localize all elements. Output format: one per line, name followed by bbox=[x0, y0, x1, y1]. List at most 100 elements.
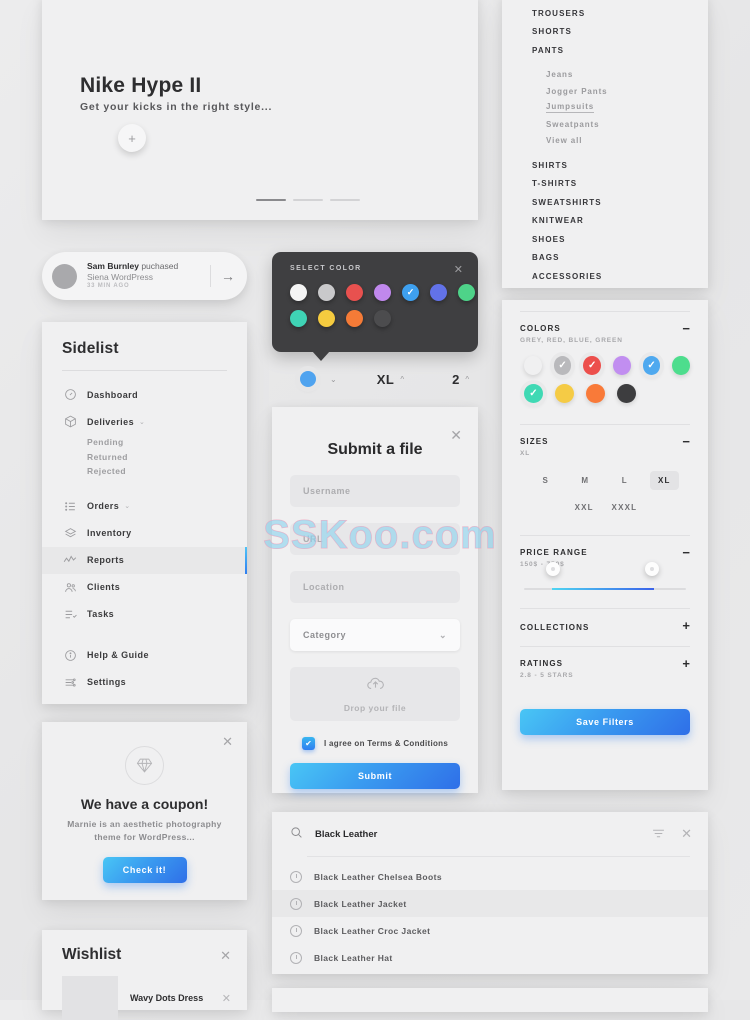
size-option-xl[interactable]: XL bbox=[645, 471, 685, 490]
sidebar-item-reports[interactable]: Reports bbox=[42, 546, 247, 574]
category-select[interactable]: Category ⌄ bbox=[290, 619, 460, 651]
chevron-down-icon[interactable]: ⌄ bbox=[139, 418, 145, 426]
nav-subitem-jogger-pants[interactable]: Jogger Pants bbox=[502, 83, 708, 100]
filter-swatch-blue[interactable] bbox=[642, 356, 661, 375]
close-icon[interactable]: ✕ bbox=[454, 263, 463, 276]
search-input[interactable]: Black Leather bbox=[315, 829, 636, 840]
color-swatch-silver[interactable] bbox=[318, 284, 335, 301]
url-input[interactable]: URL bbox=[290, 523, 460, 555]
sidebar-subitem-returned[interactable]: Returned bbox=[42, 450, 247, 465]
color-swatch-white[interactable] bbox=[290, 284, 307, 301]
nav-subitem-jumpsuits[interactable]: Jumpsuits bbox=[502, 100, 708, 117]
search-result-item[interactable]: Black Leather Hat bbox=[272, 944, 708, 971]
sidebar-item-tasks[interactable]: Tasks bbox=[42, 601, 247, 628]
carousel-dots[interactable] bbox=[256, 199, 360, 201]
sidebar-subitem-pending[interactable]: Pending bbox=[42, 435, 247, 450]
color-swatch-blue[interactable] bbox=[402, 284, 419, 301]
filter-swatch-yellow[interactable] bbox=[555, 384, 574, 403]
nav-subitem-jeans[interactable]: Jeans bbox=[502, 67, 708, 84]
close-icon[interactable]: ✕ bbox=[450, 427, 462, 444]
size-option-xxxl[interactable]: XXXL bbox=[604, 498, 646, 517]
carousel-dot-3[interactable] bbox=[330, 199, 360, 201]
nav-item-pants[interactable]: PANTS bbox=[502, 41, 708, 60]
slider-handle-min[interactable] bbox=[545, 561, 560, 576]
sidebar-item-clients[interactable]: Clients bbox=[42, 574, 247, 601]
selected-color-button[interactable] bbox=[300, 371, 316, 387]
nav-subitem-view-all[interactable]: View all bbox=[502, 133, 708, 150]
size-option-l[interactable]: L bbox=[605, 471, 645, 490]
add-button[interactable]: + bbox=[118, 124, 146, 152]
close-icon[interactable]: ✕ bbox=[681, 826, 692, 842]
submit-button[interactable]: Submit bbox=[290, 763, 460, 789]
close-icon[interactable]: ✕ bbox=[222, 734, 233, 750]
chevron-down-icon[interactable]: ⌄ bbox=[330, 375, 337, 384]
filter-icon[interactable] bbox=[652, 827, 665, 842]
color-swatch-purple[interactable] bbox=[374, 284, 391, 301]
sidebar-item-deliveries[interactable]: Deliveries ⌄ bbox=[42, 408, 247, 435]
nav-item-t-shirts[interactable]: T-SHIRTS bbox=[502, 175, 708, 194]
color-swatch-teal[interactable] bbox=[290, 310, 307, 327]
color-swatch-orange[interactable] bbox=[346, 310, 363, 327]
filter-section-ratings[interactable]: RATINGS 2.8 - 5 STARS + bbox=[502, 647, 708, 691]
notification-toast[interactable]: Sam Burnley puchased Siena WordPress 33 … bbox=[42, 252, 247, 300]
check-it-button[interactable]: Check it! bbox=[102, 857, 187, 883]
search-result-item[interactable]: Black Leather Croc Jacket bbox=[272, 917, 708, 944]
filter-swatch-white[interactable] bbox=[524, 356, 542, 375]
collapse-toggle[interactable]: − bbox=[682, 546, 690, 559]
filter-swatch-green[interactable] bbox=[672, 356, 691, 375]
carousel-dot-2[interactable] bbox=[293, 199, 323, 201]
search-result-item[interactable]: Black Leather Jacket bbox=[272, 890, 708, 917]
nav-item-shirts[interactable]: SHIRTS bbox=[502, 156, 708, 175]
color-swatch-indigo[interactable] bbox=[430, 284, 447, 301]
nav-item-trousers[interactable]: TROUSERS bbox=[502, 4, 708, 23]
filter-swatch-teal[interactable] bbox=[524, 384, 543, 403]
search-bar[interactable]: Black Leather ✕ bbox=[272, 812, 708, 856]
filter-swatch-red[interactable] bbox=[583, 356, 602, 375]
sidebar-item-settings[interactable]: Settings bbox=[42, 669, 247, 696]
nav-subitem-sweatpants[interactable]: Sweatpants bbox=[502, 116, 708, 133]
slider-handle-max[interactable] bbox=[645, 561, 660, 576]
size-option-m[interactable]: M bbox=[566, 471, 606, 490]
chevron-up-icon[interactable]: ^ bbox=[465, 375, 469, 384]
filter-swatch-orange[interactable] bbox=[586, 384, 605, 403]
sidebar-item-dashboard[interactable]: Dashboard bbox=[42, 381, 247, 408]
terms-checkbox[interactable]: ✔ bbox=[302, 737, 315, 750]
color-swatch-green[interactable] bbox=[458, 284, 475, 301]
nav-item-shoes[interactable]: SHOES bbox=[502, 230, 708, 249]
nav-item-bags[interactable]: BAGS bbox=[502, 249, 708, 268]
size-option-s[interactable]: S bbox=[526, 471, 566, 490]
search-result-item[interactable]: Black Leather Chelsea Boots bbox=[272, 863, 708, 890]
nav-item-knitwear[interactable]: KNITWEAR bbox=[502, 212, 708, 231]
carousel-dot-1[interactable] bbox=[256, 199, 286, 201]
chevron-up-icon[interactable]: ^ bbox=[400, 375, 404, 384]
filter-swatch-charcoal[interactable] bbox=[617, 384, 636, 403]
filter-swatch-purple[interactable] bbox=[613, 356, 631, 375]
expand-toggle[interactable]: + bbox=[682, 619, 690, 632]
remove-icon[interactable]: ✕ bbox=[222, 992, 231, 1005]
filter-section-collections[interactable]: COLLECTIONS + bbox=[502, 609, 708, 646]
size-option-xxl[interactable]: XXL bbox=[565, 498, 604, 517]
color-swatch-yellow[interactable] bbox=[318, 310, 335, 327]
sidebar-item-inventory[interactable]: Inventory bbox=[42, 520, 247, 547]
nav-item-sweatshirts[interactable]: SWEATSHIRTS bbox=[502, 193, 708, 212]
list-item[interactable]: Wavy Dots Dress ✕ bbox=[62, 976, 231, 1020]
filter-swatch-grey[interactable] bbox=[553, 356, 572, 375]
username-input[interactable]: Username bbox=[290, 475, 460, 507]
price-range-slider[interactable] bbox=[520, 561, 690, 608]
location-input[interactable]: Location bbox=[290, 571, 460, 603]
color-swatch-charcoal[interactable] bbox=[374, 310, 391, 327]
nav-item-accessories[interactable]: ACCESSORIES bbox=[502, 267, 708, 286]
close-icon[interactable]: ✕ bbox=[220, 948, 231, 964]
arrow-right-icon[interactable]: → bbox=[221, 268, 243, 284]
collapse-toggle[interactable]: − bbox=[682, 322, 690, 335]
sidebar-item-help[interactable]: Help & Guide bbox=[42, 642, 247, 669]
collapse-toggle[interactable]: − bbox=[682, 435, 690, 448]
size-value[interactable]: XL bbox=[377, 372, 395, 387]
nav-item-shorts[interactable]: SHORTS bbox=[502, 23, 708, 42]
expand-toggle[interactable]: + bbox=[682, 657, 690, 670]
quantity-value[interactable]: 2 bbox=[452, 372, 459, 387]
save-filters-button[interactable]: Save Filters bbox=[520, 708, 690, 735]
sidebar-item-orders[interactable]: Orders ⌄ bbox=[42, 493, 247, 520]
chevron-down-icon[interactable]: ⌄ bbox=[124, 502, 130, 510]
file-dropzone[interactable]: Drop your file bbox=[290, 667, 460, 721]
